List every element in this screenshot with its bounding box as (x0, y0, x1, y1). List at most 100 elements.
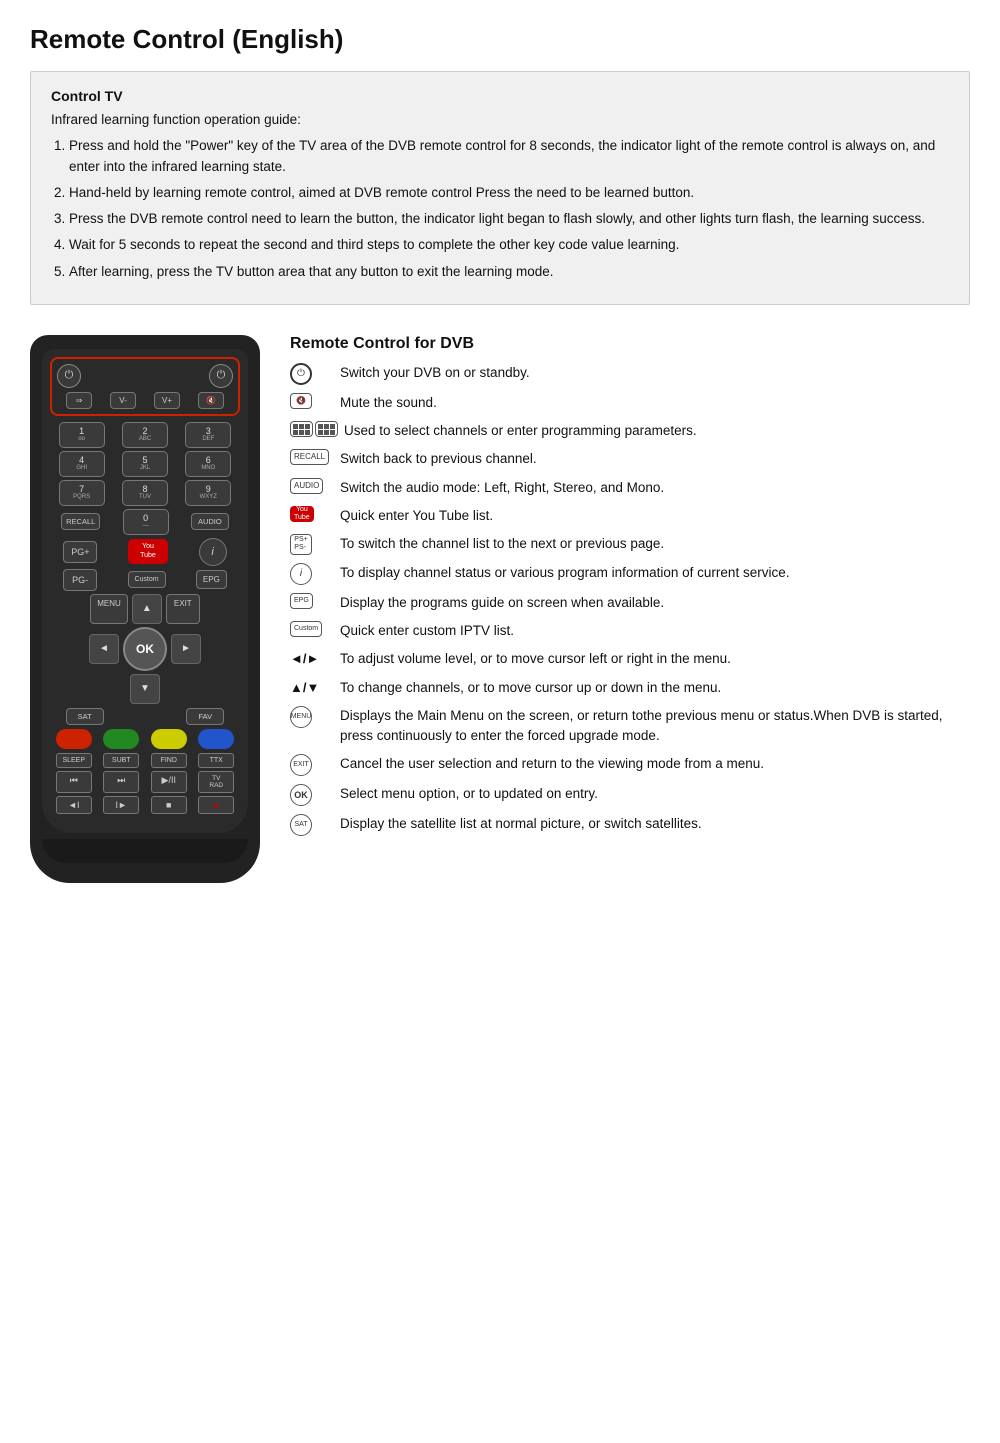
dvb-icon-mute: 🔇 (290, 393, 334, 409)
media-row-2: ◄I I► ■ ● (50, 796, 240, 814)
btn-8[interactable]: 8TUV (122, 480, 168, 506)
dvb-text-ok: Select menu option, or to updated on ent… (340, 784, 970, 804)
youtube-button[interactable]: YouTube (128, 539, 168, 564)
fastforward-button[interactable]: ⏭ (103, 771, 139, 793)
exit-button[interactable]: EXIT (166, 594, 200, 624)
yellow-button[interactable] (151, 729, 187, 749)
epg-button[interactable]: EPG (196, 570, 227, 589)
page-title: Remote Control (English) (30, 24, 970, 55)
recall-button[interactable]: RECALL (61, 513, 100, 530)
playpause-button[interactable]: ▶/II (151, 771, 187, 793)
dvb-item-custom: Custom Quick enter custom IPTV list. (290, 621, 970, 641)
remote-bottom (42, 839, 248, 863)
btn-1[interactable]: 1oo (59, 422, 105, 448)
vol-minus-button[interactable]: V- (110, 392, 136, 409)
dvb-item-lr: ◄/► To adjust volume level, or to move c… (290, 649, 970, 669)
num-row-3: 7PQRS 8TUV 9WXYZ (50, 480, 240, 506)
find-button[interactable]: FIND (151, 753, 187, 768)
source-button[interactable]: ⇒ (66, 392, 92, 409)
dvb-icon-ok: OK (290, 784, 334, 806)
dvb-item-ps: PS+PS- To switch the channel list to the… (290, 534, 970, 555)
dvb-item-sat: SAT Display the satellite list at normal… (290, 814, 970, 836)
up-button[interactable]: ▲ (132, 594, 162, 624)
info-box-steps: Press and hold the "Power" key of the TV… (51, 136, 949, 282)
step-5: After learning, press the TV button area… (69, 262, 949, 282)
func-row-1: SLEEP SUBT FIND TTX (50, 753, 240, 768)
pg-top-row: PG+ YouTube i (50, 538, 240, 566)
step-2: Hand-held by learning remote control, ai… (69, 183, 949, 203)
tv-area-top: ⏻ ⏻ (57, 364, 233, 388)
left-button[interactable]: ◄ (89, 634, 119, 664)
audio-button[interactable]: AUDIO (191, 513, 229, 530)
dvb-text-menu: Displays the Main Menu on the screen, or… (340, 706, 970, 747)
tv-rad-button[interactable]: TVRAD (198, 771, 234, 793)
red-button[interactable] (56, 729, 92, 749)
btn-2[interactable]: 2ABC (122, 422, 168, 448)
btn-4[interactable]: 4GHI (59, 451, 105, 477)
nav-down-row: ▼ (50, 674, 240, 704)
dvb-text-lr: To adjust volume level, or to move curso… (340, 649, 970, 669)
dvb-text-youtube: Quick enter You Tube list. (340, 506, 970, 526)
dvb-text-audio: Switch the audio mode: Left, Right, Ster… (340, 478, 970, 498)
sat-row: SAT FAV (50, 708, 240, 725)
right-button[interactable]: ► (171, 634, 201, 664)
dvb-icon-custom: Custom (290, 621, 334, 637)
ok-button[interactable]: OK (123, 627, 167, 671)
dvb-item-epg: EPG Display the programs guide on screen… (290, 593, 970, 613)
pg-bottom-row: PG- Custom EPG (50, 569, 240, 591)
power-right-button[interactable]: ⏻ (209, 364, 233, 388)
pg-plus-button[interactable]: PG+ (63, 541, 97, 563)
btn-5[interactable]: 5JKL (122, 451, 168, 477)
sat-button[interactable]: SAT (66, 708, 104, 725)
dvb-icon-youtube: YouTube (290, 506, 334, 522)
dvb-icon-ud: ▲/▼ (290, 678, 334, 698)
menu-button[interactable]: MENU (90, 594, 128, 624)
green-button[interactable] (103, 729, 139, 749)
blue-button[interactable] (198, 729, 234, 749)
dvb-icon-sat: SAT (290, 814, 334, 836)
dvb-icon-info: i (290, 563, 334, 585)
dvb-text-custom: Quick enter custom IPTV list. (340, 621, 970, 641)
record-button[interactable]: ● (198, 796, 234, 814)
dvb-item-power: ⏻ Switch your DVB on or standby. (290, 363, 970, 385)
color-row (50, 729, 240, 749)
step-1: Press and hold the "Power" key of the TV… (69, 136, 949, 177)
btn-7[interactable]: 7PQRS (59, 480, 105, 506)
remote-inner: ⏻ ⏻ ⇒ V- V+ 🔇 1oo 2ABC 3DEF 4GHI 5J (42, 349, 248, 833)
dvb-text-power: Switch your DVB on or standby. (340, 363, 970, 383)
rewind-button[interactable]: ⏮ (56, 771, 92, 793)
dvb-item-ok: OK Select menu option, or to updated on … (290, 784, 970, 806)
remote-control: ⏻ ⏻ ⇒ V- V+ 🔇 1oo 2ABC 3DEF 4GHI 5J (30, 335, 260, 883)
power-left-button[interactable]: ⏻ (57, 364, 81, 388)
sleep-button[interactable]: SLEEP (56, 753, 92, 768)
num-row-2: 4GHI 5JKL 6MNO (50, 451, 240, 477)
custom-button[interactable]: Custom (128, 571, 166, 588)
dvb-text-epg: Display the programs guide on screen whe… (340, 593, 970, 613)
btn-0[interactable]: 0— (123, 509, 169, 535)
btn-3[interactable]: 3DEF (185, 422, 231, 448)
main-content: ⏻ ⏻ ⇒ V- V+ 🔇 1oo 2ABC 3DEF 4GHI 5J (30, 335, 970, 883)
stop-button[interactable]: ■ (151, 796, 187, 814)
subt-button[interactable]: SUBT (103, 753, 139, 768)
play-button[interactable]: I► (103, 796, 139, 814)
nav-middle-row: ◄ OK ► (50, 627, 240, 671)
btn-6[interactable]: 6MNO (185, 451, 231, 477)
info-box: Control TV Infrared learning function op… (30, 71, 970, 305)
dvb-item-recall: RECALL Switch back to previous channel. (290, 449, 970, 469)
ttx-button[interactable]: TTX (198, 753, 234, 768)
vol-plus-button[interactable]: V+ (154, 392, 180, 409)
dvb-icon-lr: ◄/► (290, 649, 334, 669)
down-button[interactable]: ▼ (130, 674, 160, 704)
dvb-text-recall: Switch back to previous channel. (340, 449, 970, 469)
btn-9[interactable]: 9WXYZ (185, 480, 231, 506)
info-button[interactable]: i (199, 538, 227, 566)
dvb-text-info: To display channel status or various pro… (340, 563, 970, 583)
pg-minus-button[interactable]: PG- (63, 569, 97, 591)
mute-tv-button[interactable]: 🔇 (198, 392, 224, 409)
info-box-heading: Control TV (51, 88, 949, 104)
fav-button[interactable]: FAV (186, 708, 224, 725)
recall-row: RECALL 0— AUDIO (50, 509, 240, 535)
dvb-descriptions: Remote Control for DVB ⏻ Switch your DVB… (290, 335, 970, 845)
dvb-item-ud: ▲/▼ To change channels, or to move curso… (290, 678, 970, 698)
vol-step-down-button[interactable]: ◄I (56, 796, 92, 814)
